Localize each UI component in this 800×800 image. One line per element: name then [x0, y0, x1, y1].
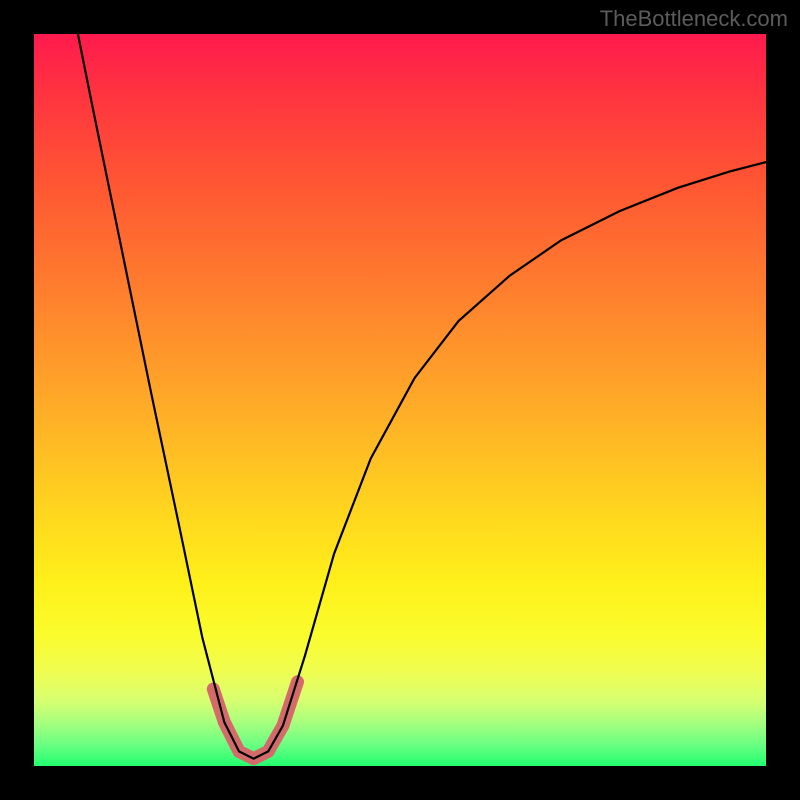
watermark-text: TheBottleneck.com	[600, 6, 788, 32]
bottleneck-curve-line	[78, 34, 766, 759]
chart-svg	[34, 34, 766, 766]
chart-plot-area	[34, 34, 766, 766]
